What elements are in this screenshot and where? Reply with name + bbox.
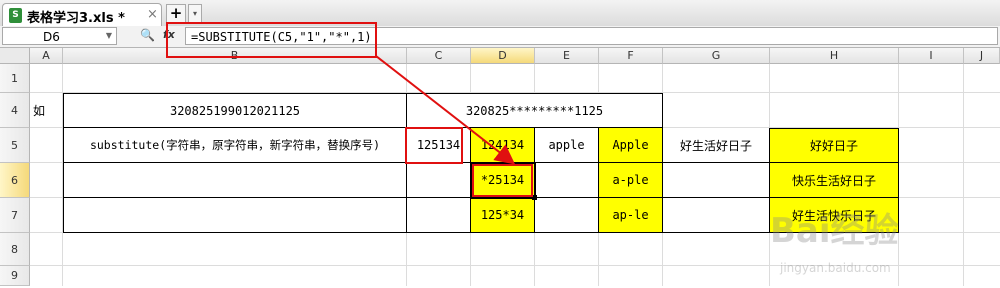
column-header-h[interactable]: H [770,48,899,64]
cell-g7[interactable] [663,198,770,233]
cell-b5[interactable]: substitute(字符串，原字符串，新字符串，替换序号) [63,128,407,163]
tab-title: 表格学习3.xls * [27,11,125,26]
cell-d5[interactable]: 124134 [471,128,535,163]
cell-f6[interactable]: a-ple [599,163,663,198]
cell-a4[interactable]: 如 [30,93,63,128]
watermark-logo: Bai经验 [770,211,899,251]
new-tab-button[interactable]: + [166,4,186,23]
annotation-box-formula [166,22,377,58]
column-header-g[interactable]: G [663,48,770,64]
cell-c7[interactable] [407,198,471,233]
row-header-6[interactable]: 6 [0,163,30,198]
column-header-e[interactable]: E [535,48,599,64]
watermark-url: jingyan.baidu.com [780,261,891,275]
annotation-box-c5 [405,127,463,164]
cell-c6[interactable] [407,163,471,198]
cell-e6[interactable] [535,163,599,198]
column-header-d[interactable]: D [471,48,535,64]
name-box[interactable]: D6 ▼ [2,27,117,45]
chevron-down-icon[interactable]: ▼ [106,31,112,40]
column-header-a[interactable]: A [30,48,63,64]
document-tab-bar: S 表格学习3.xls * × + ▾ [0,0,1000,27]
column-header-c[interactable]: C [407,48,471,64]
select-all-corner[interactable] [0,48,30,64]
row-header-9[interactable]: 9 [0,266,30,286]
spreadsheet-grid[interactable]: A B C D E F G H I J 1 4 5 6 7 8 9 如 3208… [0,48,1000,286]
cell-e5[interactable]: apple [535,128,599,163]
cell-g6[interactable] [663,163,770,198]
cell-f5[interactable]: Apple [599,128,663,163]
cell-b4[interactable]: 320825199012021125 [63,93,407,128]
row-header-4[interactable]: 4 [0,93,30,128]
name-box-value: D6 [43,30,60,44]
row-header-7[interactable]: 7 [0,198,30,233]
cell-g5[interactable]: 好生活好日子 [663,128,770,163]
tab-menu-button[interactable]: ▾ [188,4,202,23]
column-header-i[interactable]: I [899,48,964,64]
cell-h6[interactable]: 快乐生活好日子 [770,163,899,198]
column-header-j[interactable]: J [964,48,1000,64]
cell-b7[interactable] [63,198,407,233]
cell-e7[interactable] [535,198,599,233]
baidu-watermark: Bai经验 jingyan.baidu.com [770,203,980,288]
cell-c4-f4-merged[interactable]: 320825*********1125 [407,93,663,128]
row-header-5[interactable]: 5 [0,128,30,163]
spreadsheet-icon: S [9,8,22,23]
cell-d7[interactable]: 125*34 [471,198,535,233]
cell-b6[interactable] [63,163,407,198]
close-icon[interactable]: × [147,7,158,22]
cell-f7[interactable]: ap-le [599,198,663,233]
zoom-icon[interactable]: 🔍 [140,28,155,42]
tab-workbook[interactable]: S 表格学习3.xls * × [2,3,162,26]
cell-h5[interactable]: 好好日子 [770,128,899,163]
annotation-box-d6 [472,164,533,197]
column-header-f[interactable]: F [599,48,663,64]
row-header-8[interactable]: 8 [0,233,30,266]
row-header-1[interactable]: 1 [0,64,30,93]
formula-bar: D6 ▼ 🔍 fx =SUBSTITUTE(C5,"1","*",1) [0,26,1000,48]
